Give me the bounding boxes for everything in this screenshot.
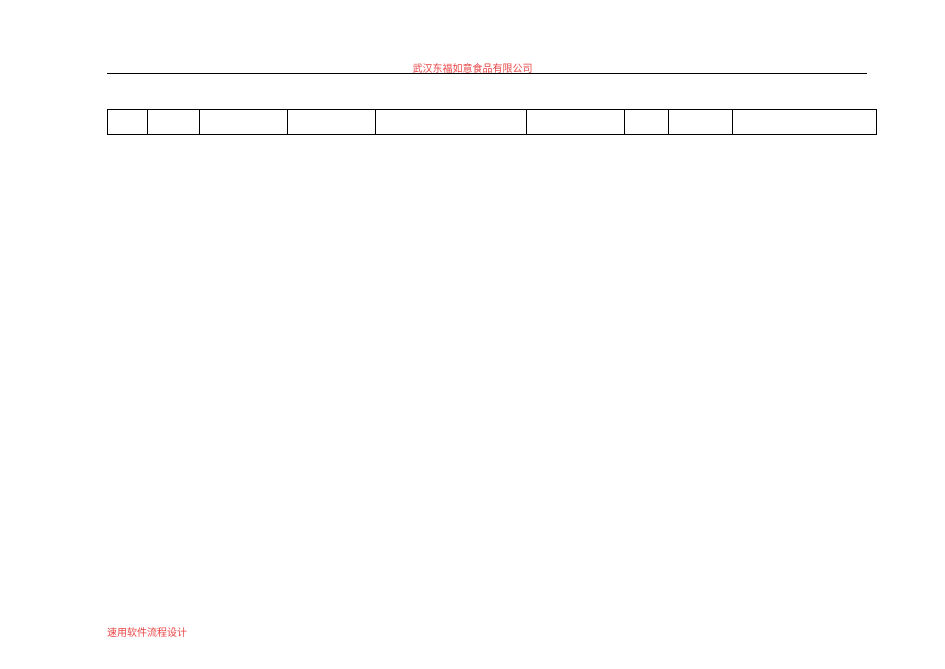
footer-credit: 速用软件流程设计 [107,624,187,639]
table-cell [287,110,375,135]
table-cell [625,110,669,135]
table-cell [375,110,527,135]
table-cell [199,110,287,135]
table-cell [669,110,733,135]
table-cell [527,110,625,135]
table-cell [147,110,199,135]
header-underline [107,73,867,74]
table-cell [108,110,148,135]
table-row [108,110,877,135]
data-table [107,109,877,135]
table-cell [733,110,877,135]
